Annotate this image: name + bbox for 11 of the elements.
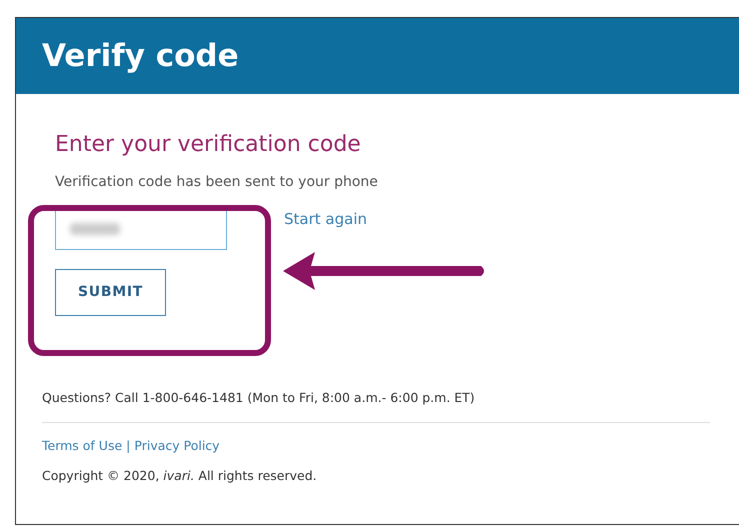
link-separator: | [126, 436, 130, 455]
copyright-text: Copyright © 2020, ivari. All rights reserved. [42, 466, 318, 485]
info-message: Verification code has been sent to your phone [55, 173, 379, 192]
start-again-link[interactable]: Start again [284, 208, 367, 230]
questions-text: Questions? Call 1-800-646-1481 (Mon to Fri, 8:00 a.m.- 6:00 p.m. ET) [42, 389, 476, 407]
form-heading: Enter your verification code [55, 131, 362, 159]
terms-link[interactable]: Terms of Use [42, 436, 122, 456]
privacy-link[interactable]: Privacy Policy [134, 436, 220, 456]
submit-button[interactable]: SUBMIT [55, 269, 166, 316]
page-title: Verify code [42, 36, 239, 76]
arrow-icon [283, 252, 487, 290]
